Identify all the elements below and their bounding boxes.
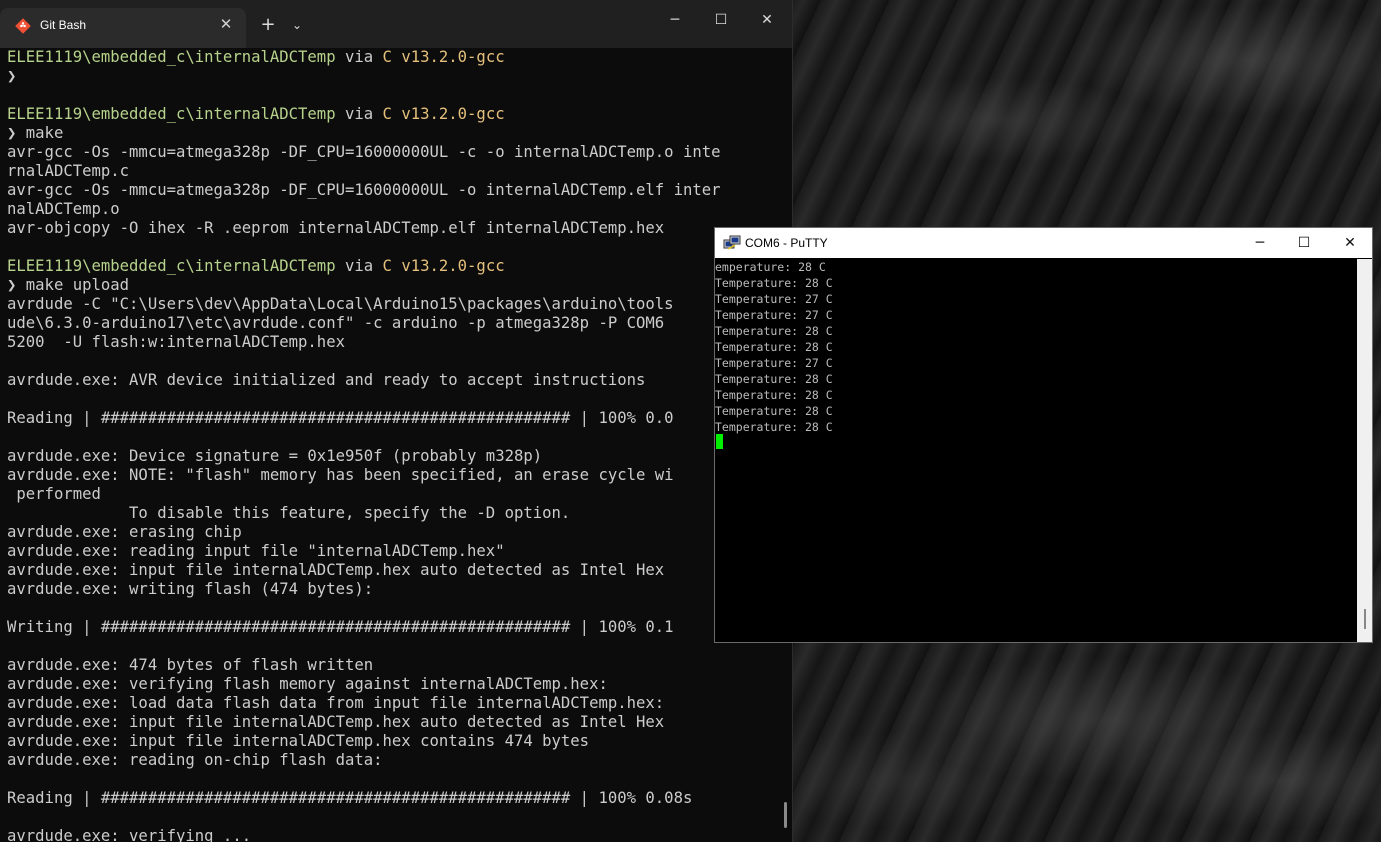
terminal-line: Writing | ##############################… <box>7 618 674 636</box>
prompt-directory: ELEE1119\embedded_c\internalADCTemp <box>7 48 336 66</box>
terminal-line: ❯ make <box>7 124 64 142</box>
putty-window-title: COM6 - PuTTY <box>745 236 828 250</box>
terminal-line: avrdude.exe: verifying flash memory agai… <box>7 675 608 693</box>
terminal-line: avrdude -C "C:\Users\dev\AppData\Local\A… <box>7 295 674 313</box>
gitbash-tab-bar: Git Bash ✕ + ⌄ ─ ☐ ✕ <box>0 0 792 48</box>
maximize-button[interactable]: ☐ <box>706 8 736 32</box>
git-icon <box>15 18 31 34</box>
gitbash-window[interactable]: Git Bash ✕ + ⌄ ─ ☐ ✕ ELEE1119\embedded_c… <box>0 0 793 842</box>
terminal-line: avrdude.exe: input file internalADCTemp.… <box>7 713 665 731</box>
terminal-scrollbar[interactable] <box>784 802 787 828</box>
terminal-line: 5200 -U flash:w:internalADCTemp.hex <box>7 333 345 351</box>
putty-title-bar[interactable]: COM6 - PuTTY ─ ☐ ✕ <box>715 228 1372 258</box>
serial-output-line: Temperature: 28 C <box>715 372 833 386</box>
putty-icon <box>723 235 741 250</box>
terminal-line: Reading | ##############################… <box>7 409 674 427</box>
minimize-button[interactable]: ─ <box>660 8 690 32</box>
terminal-line: rnalADCTemp.c <box>7 162 130 180</box>
prompt-path-line: ELEE1119\embedded_c\internalADCTemp via … <box>7 48 787 67</box>
terminal-line: nalADCTemp.o <box>7 200 120 218</box>
prompt-path-line: ELEE1119\embedded_c\internalADCTemp via … <box>7 105 787 124</box>
putty-scrollbar[interactable] <box>1357 259 1372 642</box>
putty-close-button[interactable]: ✕ <box>1332 231 1368 255</box>
prompt-directory: ELEE1119\embedded_c\internalADCTemp <box>7 257 336 275</box>
putty-maximize-button[interactable]: ☐ <box>1286 231 1322 255</box>
putty-window[interactable]: COM6 - PuTTY ─ ☐ ✕ emperature: 28 C Tempe… <box>714 227 1373 643</box>
terminal-line: avrdude.exe: writing flash (474 bytes): <box>7 580 374 598</box>
tab-close-icon[interactable]: ✕ <box>216 14 236 34</box>
gitbash-tab-title: Git Bash <box>40 18 87 32</box>
terminal-line: performed <box>7 485 101 503</box>
terminal-line: ❯ <box>7 67 17 85</box>
serial-output-line: Temperature: 28 C <box>715 388 833 402</box>
putty-scrollbar-thumb[interactable] <box>1364 609 1366 629</box>
gitbash-tab[interactable]: Git Bash ✕ <box>0 8 246 48</box>
terminal-line: avr-gcc -Os -mmcu=atmega328p -DF_CPU=160… <box>7 181 721 199</box>
terminal-cursor <box>716 434 723 449</box>
serial-output-line: emperature: 28 C <box>715 260 826 274</box>
prompt-via: via <box>335 48 383 66</box>
putty-minimize-button[interactable]: ─ <box>1242 231 1278 255</box>
serial-output-line: Temperature: 28 C <box>715 404 833 418</box>
putty-serial-output[interactable]: emperature: 28 C Temperature: 28 C Tempera… <box>715 259 1356 642</box>
serial-output-line: Temperature: 28 C <box>715 276 833 290</box>
prompt-directory: ELEE1119\embedded_c\internalADCTemp <box>7 105 336 123</box>
prompt-compiler-version: C v13.2.0-gcc <box>382 257 505 275</box>
terminal-line: avr-gcc -Os -mmcu=atmega328p -DF_CPU=160… <box>7 143 721 161</box>
terminal-line: avrdude.exe: 474 bytes of flash written <box>7 656 374 674</box>
terminal-line: ude\6.3.0-arduino17\etc\avrdude.conf" -c… <box>7 314 665 332</box>
terminal-line: avrdude.exe: verifying ... <box>7 827 252 842</box>
terminal-line: avrdude.exe: NOTE: "flash" memory has be… <box>7 466 674 484</box>
new-tab-button[interactable]: + <box>256 14 280 36</box>
terminal-line: ❯ make upload <box>7 276 130 294</box>
tab-dropdown-button[interactable]: ⌄ <box>286 14 308 36</box>
serial-output-line: Temperature: 27 C <box>715 308 833 322</box>
terminal-line: avrdude.exe: reading input file "interna… <box>7 542 505 560</box>
prompt-compiler-version: C v13.2.0-gcc <box>382 105 505 123</box>
terminal-line: avr-objcopy -O ihex -R .eeprom internalA… <box>7 219 665 237</box>
serial-output-line: Temperature: 28 C <box>715 340 833 354</box>
serial-output-line: Temperature: 27 C <box>715 356 833 370</box>
terminal-line: To disable this feature, specify the -D … <box>7 504 571 522</box>
serial-output-line: Temperature: 28 C <box>715 420 833 434</box>
terminal-line: avrdude.exe: erasing chip <box>7 523 242 541</box>
prompt-path-line: ELEE1119\embedded_c\internalADCTemp via … <box>7 257 787 276</box>
terminal-line: avrdude.exe: Device signature = 0x1e950f… <box>7 447 543 465</box>
gitbash-terminal-output[interactable]: ELEE1119\embedded_c\internalADCTemp via … <box>7 48 787 842</box>
terminal-line: avrdude.exe: AVR device initialized and … <box>7 371 646 389</box>
prompt-via: via <box>335 257 383 275</box>
terminal-line: avrdude.exe: load data flash data from i… <box>7 694 665 712</box>
terminal-line: avrdude.exe: input file internalADCTemp.… <box>7 732 590 750</box>
prompt-via: via <box>335 105 383 123</box>
terminal-line: avrdude.exe: input file internalADCTemp.… <box>7 561 665 579</box>
close-button[interactable]: ✕ <box>752 8 782 32</box>
terminal-line: avrdude.exe: reading on-chip flash data: <box>7 751 383 769</box>
serial-output-line: Temperature: 28 C <box>715 324 833 338</box>
serial-output-line: Temperature: 27 C <box>715 292 833 306</box>
terminal-line: Reading | ##############################… <box>7 789 693 807</box>
prompt-compiler-version: C v13.2.0-gcc <box>382 48 505 66</box>
